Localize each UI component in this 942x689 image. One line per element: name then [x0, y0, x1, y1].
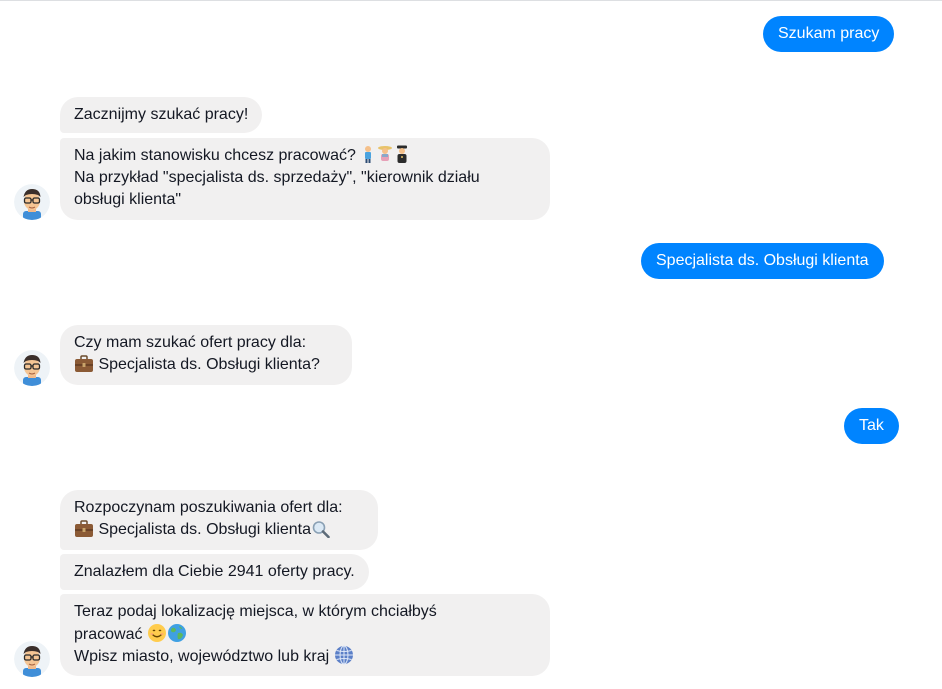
- user-message: Tak: [844, 408, 899, 444]
- bot-message: Znalazłem dla Ciebie 2941 oferty pracy.: [60, 554, 369, 590]
- bot-message-line: Na przykład "specjalista ds. sprzedaży",…: [74, 169, 480, 186]
- bot-message: Rozpoczynam poszukiwania ofert dla: Spec…: [60, 490, 378, 550]
- bot-message-line: Teraz podaj lokalizację miejsca, w który…: [74, 603, 437, 620]
- magnifying-glass-icon: [311, 520, 331, 545]
- bot-message: Czy mam szukać ofert pracy dla: Specjali…: [60, 325, 352, 385]
- bot-message-line: Specjalista ds. Obsługi klienta: [74, 519, 364, 541]
- police-officer-icon: [394, 145, 410, 167]
- man-worker-icon: [360, 145, 376, 167]
- bot-message: Zacznijmy szukać pracy!: [60, 97, 263, 133]
- bot-message-line: Specjalista ds. Obsługi klienta?: [74, 354, 338, 376]
- bot-message-line: Wpisz miasto, województwo lub kraj: [74, 645, 536, 667]
- bot-avatar-icon: [14, 184, 50, 220]
- globe-meridians-icon: [334, 645, 354, 672]
- chat-thread: Szukam pracy Zacznijmy szukać pracy! Na …: [0, 0, 942, 689]
- bot-message-line: Na jakim stanowisku chcesz pracować?: [74, 145, 536, 167]
- bot-message-text: Znalazłem dla Ciebie 2941 oferty pracy.: [74, 563, 355, 580]
- woman-farmer-icon: [376, 145, 394, 167]
- user-message: Szukam pracy: [763, 16, 895, 52]
- bot-message-line: Rozpoczynam poszukiwania ofert dla:: [74, 499, 343, 516]
- bot-message-line: Czy mam szukać ofert pracy dla:: [74, 334, 307, 351]
- bot-avatar-icon: [14, 350, 50, 386]
- briefcase-icon: [74, 355, 94, 380]
- bot-message-line: pracować: [74, 623, 536, 645]
- bot-message-line: obsługi klienta": [74, 191, 182, 208]
- bot-message: Teraz podaj lokalizację miejsca, w który…: [60, 594, 550, 676]
- user-message: Specjalista ds. Obsługi klienta: [641, 243, 884, 279]
- bot-message: Na jakim stanowisku chcesz pracować? Na …: [60, 138, 550, 220]
- bot-message-text: Zacznijmy szukać pracy!: [74, 106, 249, 123]
- briefcase-icon: [74, 520, 94, 545]
- bot-avatar-icon: [14, 641, 50, 677]
